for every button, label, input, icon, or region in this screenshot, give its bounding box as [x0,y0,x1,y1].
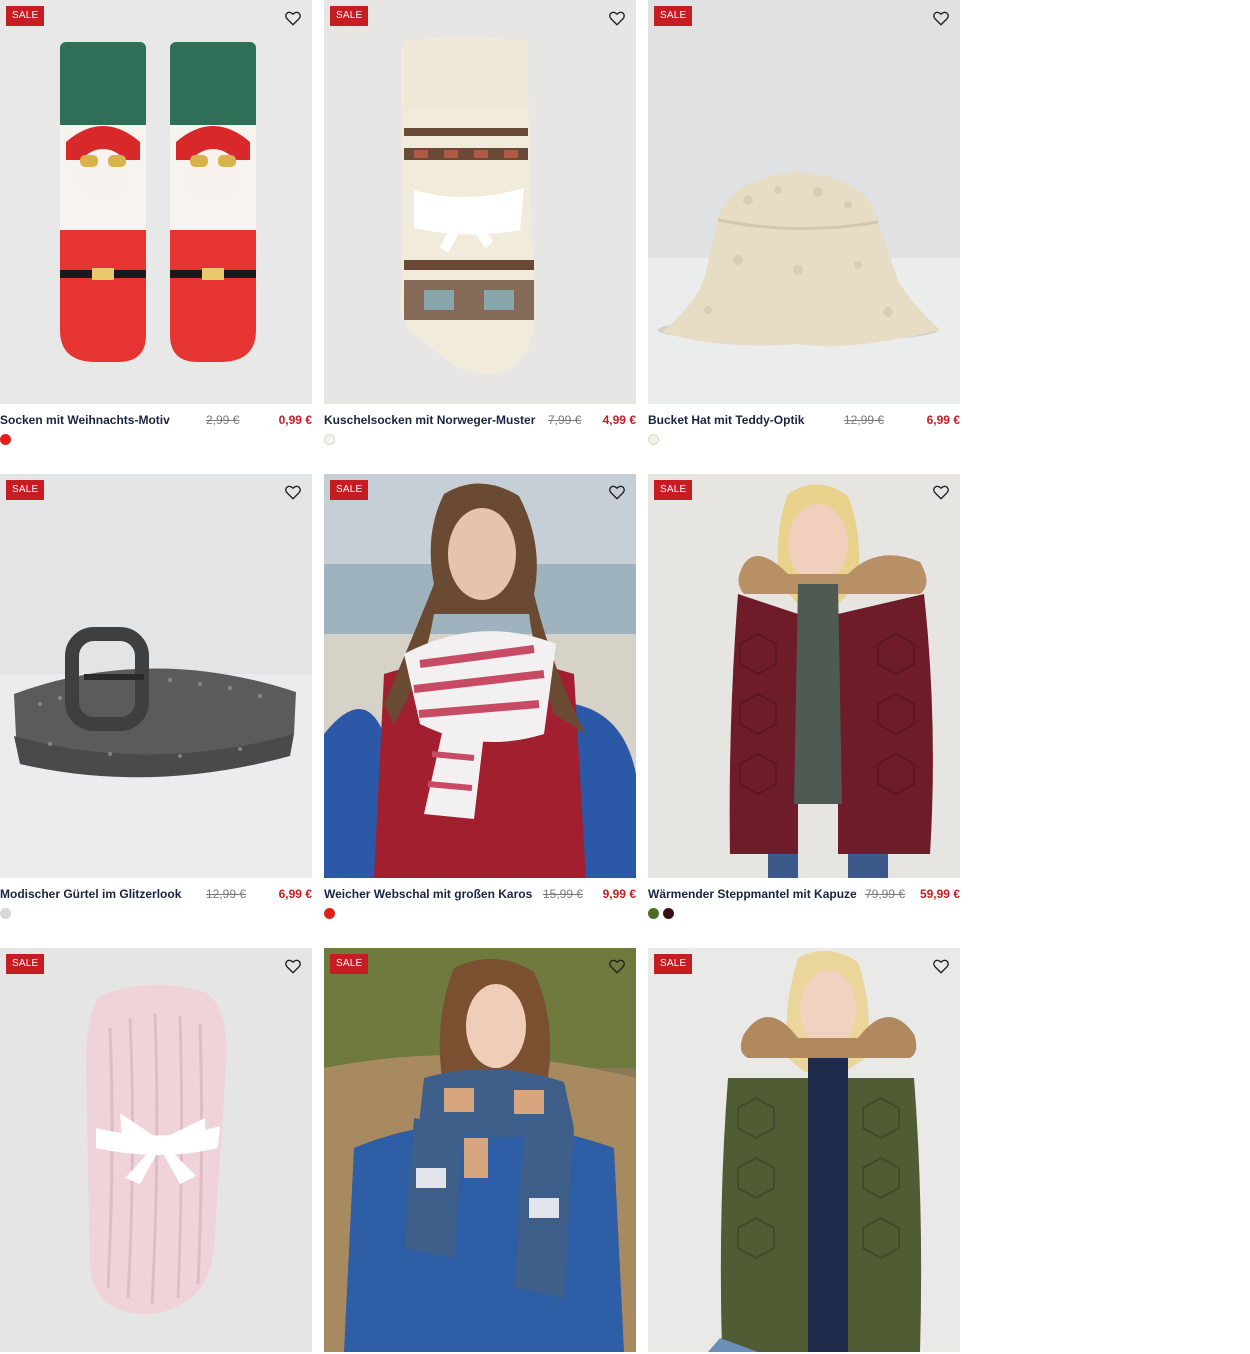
sale-price: 6,99 € [926,413,960,427]
product-grid: SALE Socken mit Weihnachts-Motiv 2,99 € … [0,0,960,1354]
sale-badge: SALE [330,954,369,974]
color-swatches [0,434,11,445]
product-image[interactable]: SALE [324,948,636,1352]
product-card[interactable]: SALE [0,948,312,1352]
heart-outline-icon[interactable] [932,483,950,501]
old-price: 12,99 € [206,887,247,901]
teddy-bucket-hat-image [648,0,960,404]
color-swatch-cream[interactable] [648,434,659,445]
product-info: Bucket Hat mit Teddy-Optik 12,99 € 6,99 … [648,410,960,446]
color-swatches [648,908,674,919]
sale-price: 59,99 € [919,887,960,901]
heart-outline-icon[interactable] [284,957,302,975]
product-info: Socken mit Weihnachts-Motiv 2,99 € 0,99 … [0,410,312,446]
product-image[interactable]: SALE [0,948,312,1352]
heart-outline-icon[interactable] [608,957,626,975]
product-info: Modischer Gürtel im Glitzerlook 12,99 € … [0,884,312,920]
heart-outline-icon[interactable] [932,9,950,27]
burgundy-coat-image [648,474,960,878]
old-price: 12,99 € [844,413,885,427]
product-card[interactable]: SALE Kuschelsocken mit Norweger-Muster 7… [324,0,636,446]
product-image[interactable]: SALE [0,474,312,878]
product-info: Weicher Webschal mit großen Karos 15,99 … [324,884,636,920]
old-price: 2,99 € [206,413,240,427]
color-swatch-silver[interactable] [0,908,11,919]
product-image[interactable]: SALE [324,0,636,404]
glitter-belt-image [0,474,312,878]
color-swatches [0,908,11,919]
product-name[interactable]: Kuschelsocken mit Norweger-Muster [324,413,535,427]
product-image[interactable]: SALE [648,0,960,404]
old-price: 79,99 € [865,887,906,901]
product-card[interactable]: SALE Bucket Hat mit Teddy-Optik 12,99 € … [648,0,960,446]
product-info: Kuschelsocken mit Norweger-Muster 7,99 €… [324,410,636,446]
product-card[interactable]: SALE [648,948,960,1352]
old-price: 7,99 € [548,413,582,427]
heart-outline-icon[interactable] [284,9,302,27]
product-name[interactable]: Wärmender Steppmantel mit Kapuze [648,887,857,901]
product-name[interactable]: Weicher Webschal mit großen Karos [324,887,532,901]
sale-badge: SALE [6,6,45,26]
product-name[interactable]: Bucket Hat mit Teddy-Optik [648,413,804,427]
product-image[interactable]: SALE [648,474,960,878]
woman-blue-scarf-image [324,948,636,1352]
product-image[interactable]: SALE [0,0,312,404]
product-card[interactable]: SALE Socken mit Weihnachts-Motiv 2,99 € … [0,0,312,446]
old-price: 15,99 € [543,887,584,901]
sale-badge: SALE [654,6,693,26]
santa-socks-image [0,0,312,404]
sale-badge: SALE [330,6,369,26]
nordic-socks-image [324,0,636,404]
product-image[interactable]: SALE [324,474,636,878]
pink-socks-image [0,948,312,1352]
sale-badge: SALE [6,480,45,500]
sale-price: 6,99 € [278,887,312,901]
product-card[interactable]: SALE Weicher Webschal mit großen Karos 1… [324,474,636,920]
sale-badge: SALE [654,954,693,974]
color-swatch-cream[interactable] [324,434,335,445]
product-card[interactable]: SALE [324,948,636,1352]
color-swatch-red[interactable] [0,434,11,445]
color-swatch-red[interactable] [324,908,335,919]
color-swatch-olive[interactable] [648,908,659,919]
product-image[interactable]: SALE [648,948,960,1352]
heart-outline-icon[interactable] [608,9,626,27]
sale-badge: SALE [654,480,693,500]
woman-red-scarf-image [324,474,636,878]
heart-outline-icon[interactable] [932,957,950,975]
product-name[interactable]: Modischer Gürtel im Glitzerlook [0,887,181,901]
product-info: Wärmender Steppmantel mit Kapuze 79,99 €… [648,884,960,920]
sale-badge: SALE [330,480,369,500]
heart-outline-icon[interactable] [608,483,626,501]
color-swatches [648,434,659,445]
sale-badge: SALE [6,954,45,974]
sale-price: 0,99 € [278,413,312,427]
sale-price: 4,99 € [602,413,636,427]
product-card[interactable]: SALE Modischer Gürtel im Glitzerlook 12,… [0,474,312,920]
heart-outline-icon[interactable] [284,483,302,501]
product-card[interactable]: SALE Wärmender Steppmantel mit Kapuze 79… [648,474,960,920]
color-swatches [324,434,335,445]
color-swatch-bordeaux[interactable] [663,908,674,919]
olive-coat-image [648,948,960,1352]
sale-price: 9,99 € [602,887,636,901]
color-swatches [324,908,335,919]
product-name[interactable]: Socken mit Weihnachts-Motiv [0,413,170,427]
